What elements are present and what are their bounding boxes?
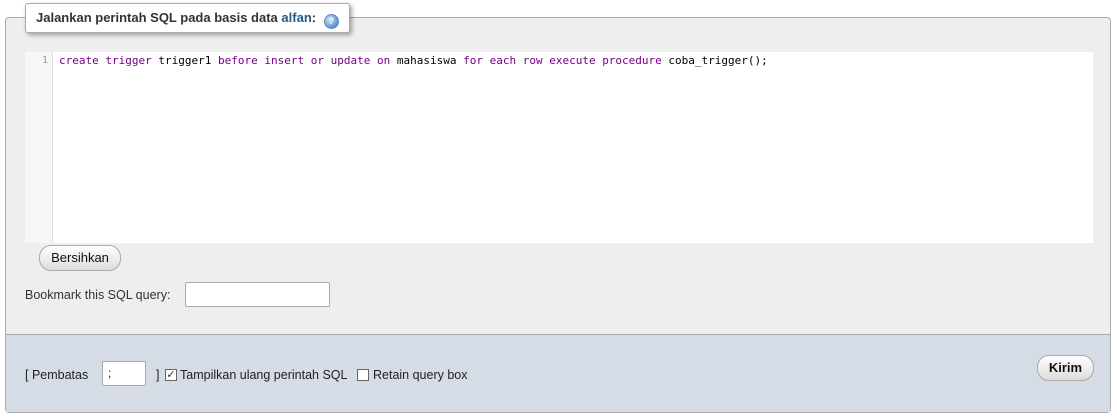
sql-keyword: create <box>59 54 99 67</box>
delimiter-input[interactable]: ; <box>102 361 146 386</box>
legend-text: Jalankan perintah SQL pada basis data <box>36 10 278 25</box>
help-icon[interactable]: ? <box>323 14 339 29</box>
sql-editor[interactable]: 1 create trigger trigger1 before insert … <box>25 52 1093 243</box>
sql-keyword: or <box>310 54 324 67</box>
bookmark-input[interactable] <box>185 282 330 307</box>
sql-keyword: insert <box>264 54 305 67</box>
delimiter-label: [ Pembatas <box>25 368 89 382</box>
sql-keyword: for <box>463 54 483 67</box>
sql-keyword: row <box>522 54 543 67</box>
delimiter-close-bracket: ] <box>156 368 160 382</box>
retain-query-checkbox[interactable] <box>357 369 369 381</box>
sql-keyword: execute <box>549 54 596 67</box>
show-query-label[interactable]: Tampilkan ulang perintah SQL <box>180 368 347 382</box>
sql-keyword: before <box>217 54 258 67</box>
sql-text: trigger1 <box>151 54 218 67</box>
show-query-checkbox[interactable]: ✓ <box>165 369 177 381</box>
code-line[interactable]: create trigger trigger1 before insert or… <box>59 54 768 67</box>
sql-keyword: on <box>376 54 391 67</box>
bookmark-label: Bookmark this SQL query: <box>25 288 171 302</box>
clear-button[interactable]: Bersihkan <box>39 245 121 271</box>
sql-keyword: each <box>489 54 517 67</box>
line-number: 1 <box>41 55 48 66</box>
legend-colon: : <box>311 10 317 25</box>
database-link[interactable]: alfan <box>281 10 311 25</box>
sql-keyword: trigger <box>105 54 152 67</box>
panel-legend: Jalankan perintah SQL pada basis data al… <box>25 3 350 33</box>
line-number-gutter: 1 <box>25 52 53 243</box>
sql-keyword: procedure <box>602 54 662 67</box>
sql-text: coba_trigger(); <box>661 54 768 67</box>
retain-query-label[interactable]: Retain query box <box>373 368 468 382</box>
sql-text: mahasiswa <box>390 54 464 67</box>
sql-keyword: update <box>330 54 371 67</box>
go-button[interactable]: Kirim <box>1037 355 1094 381</box>
